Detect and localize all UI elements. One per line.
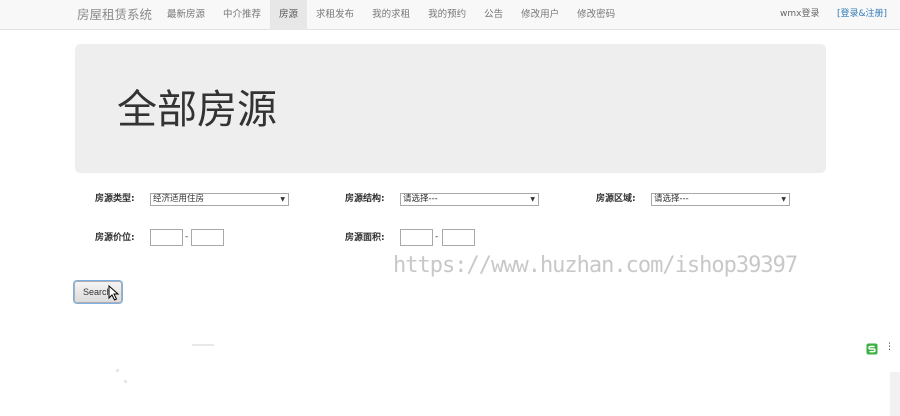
price-min-input[interactable] — [150, 229, 183, 246]
price-separator: - — [185, 232, 189, 242]
nav-item-4[interactable]: 求租发布 — [307, 0, 363, 30]
house-structure-select[interactable]: 请选择--- ▼ — [400, 193, 539, 206]
price-label: 房源价位: — [95, 233, 135, 243]
size-label: 房源面积: — [345, 233, 385, 243]
nav-item-5[interactable]: 我的求租 — [363, 0, 419, 30]
decorative-speck — [116, 369, 119, 372]
header-banner: 全部房源 — [75, 44, 826, 173]
house-area-value: 请选择--- — [654, 194, 689, 204]
nav-menu: 最新房源 中介推荐 房源 求租发布 我的求租 我的预约 公告 修改用户 修改密码 — [158, 0, 624, 30]
house-structure-value: 请选择--- — [403, 194, 438, 204]
nav-item-1[interactable]: 最新房源 — [158, 0, 214, 30]
brand-title[interactable]: 房屋租赁系统 — [77, 0, 152, 30]
decorative-speck — [124, 380, 127, 383]
nav-item-6[interactable]: 我的预约 — [419, 0, 475, 30]
dropdown-arrow-icon: ▼ — [530, 196, 535, 203]
side-s-icon[interactable] — [866, 343, 878, 355]
nav-item-2[interactable]: 中介推荐 — [214, 0, 270, 30]
user-login-link[interactable]: wmx登录 — [780, 0, 819, 30]
mouse-cursor-icon — [108, 285, 120, 301]
house-type-select[interactable]: 经济适用住房 ▼ — [150, 193, 289, 206]
side-more-icon[interactable]: ⋮ — [885, 342, 894, 352]
watermark-text: https://www.huzhan.com/ishop39397 — [393, 253, 798, 278]
scrollbar[interactable] — [890, 372, 900, 416]
dropdown-arrow-icon: ▼ — [280, 196, 285, 203]
house-area-label: 房源区域: — [596, 194, 636, 204]
nav-item-3[interactable]: 房源 — [270, 0, 308, 30]
house-type-label: 房源类型: — [95, 194, 135, 204]
price-max-input[interactable] — [191, 229, 224, 246]
page-title: 全部房源 — [117, 87, 277, 133]
size-max-input[interactable] — [442, 229, 475, 246]
size-separator: - — [435, 232, 439, 242]
house-type-value: 经济适用住房 — [153, 194, 205, 204]
dropdown-arrow-icon: ▼ — [781, 196, 786, 203]
decorative-speck — [192, 344, 214, 346]
house-structure-label: 房源结构: — [345, 194, 385, 204]
nav-item-9[interactable]: 修改密码 — [568, 0, 624, 30]
login-register-link[interactable]: [登录&注册] — [837, 0, 887, 30]
house-area-select[interactable]: 请选择--- ▼ — [651, 193, 790, 206]
nav-item-8[interactable]: 修改用户 — [512, 0, 568, 30]
top-navbar: 房屋租赁系统 最新房源 中介推荐 房源 求租发布 我的求租 我的预约 公告 修改用户 修改密码 … — [0, 0, 900, 30]
size-min-input[interactable] — [400, 229, 433, 246]
nav-item-7[interactable]: 公告 — [475, 0, 512, 30]
